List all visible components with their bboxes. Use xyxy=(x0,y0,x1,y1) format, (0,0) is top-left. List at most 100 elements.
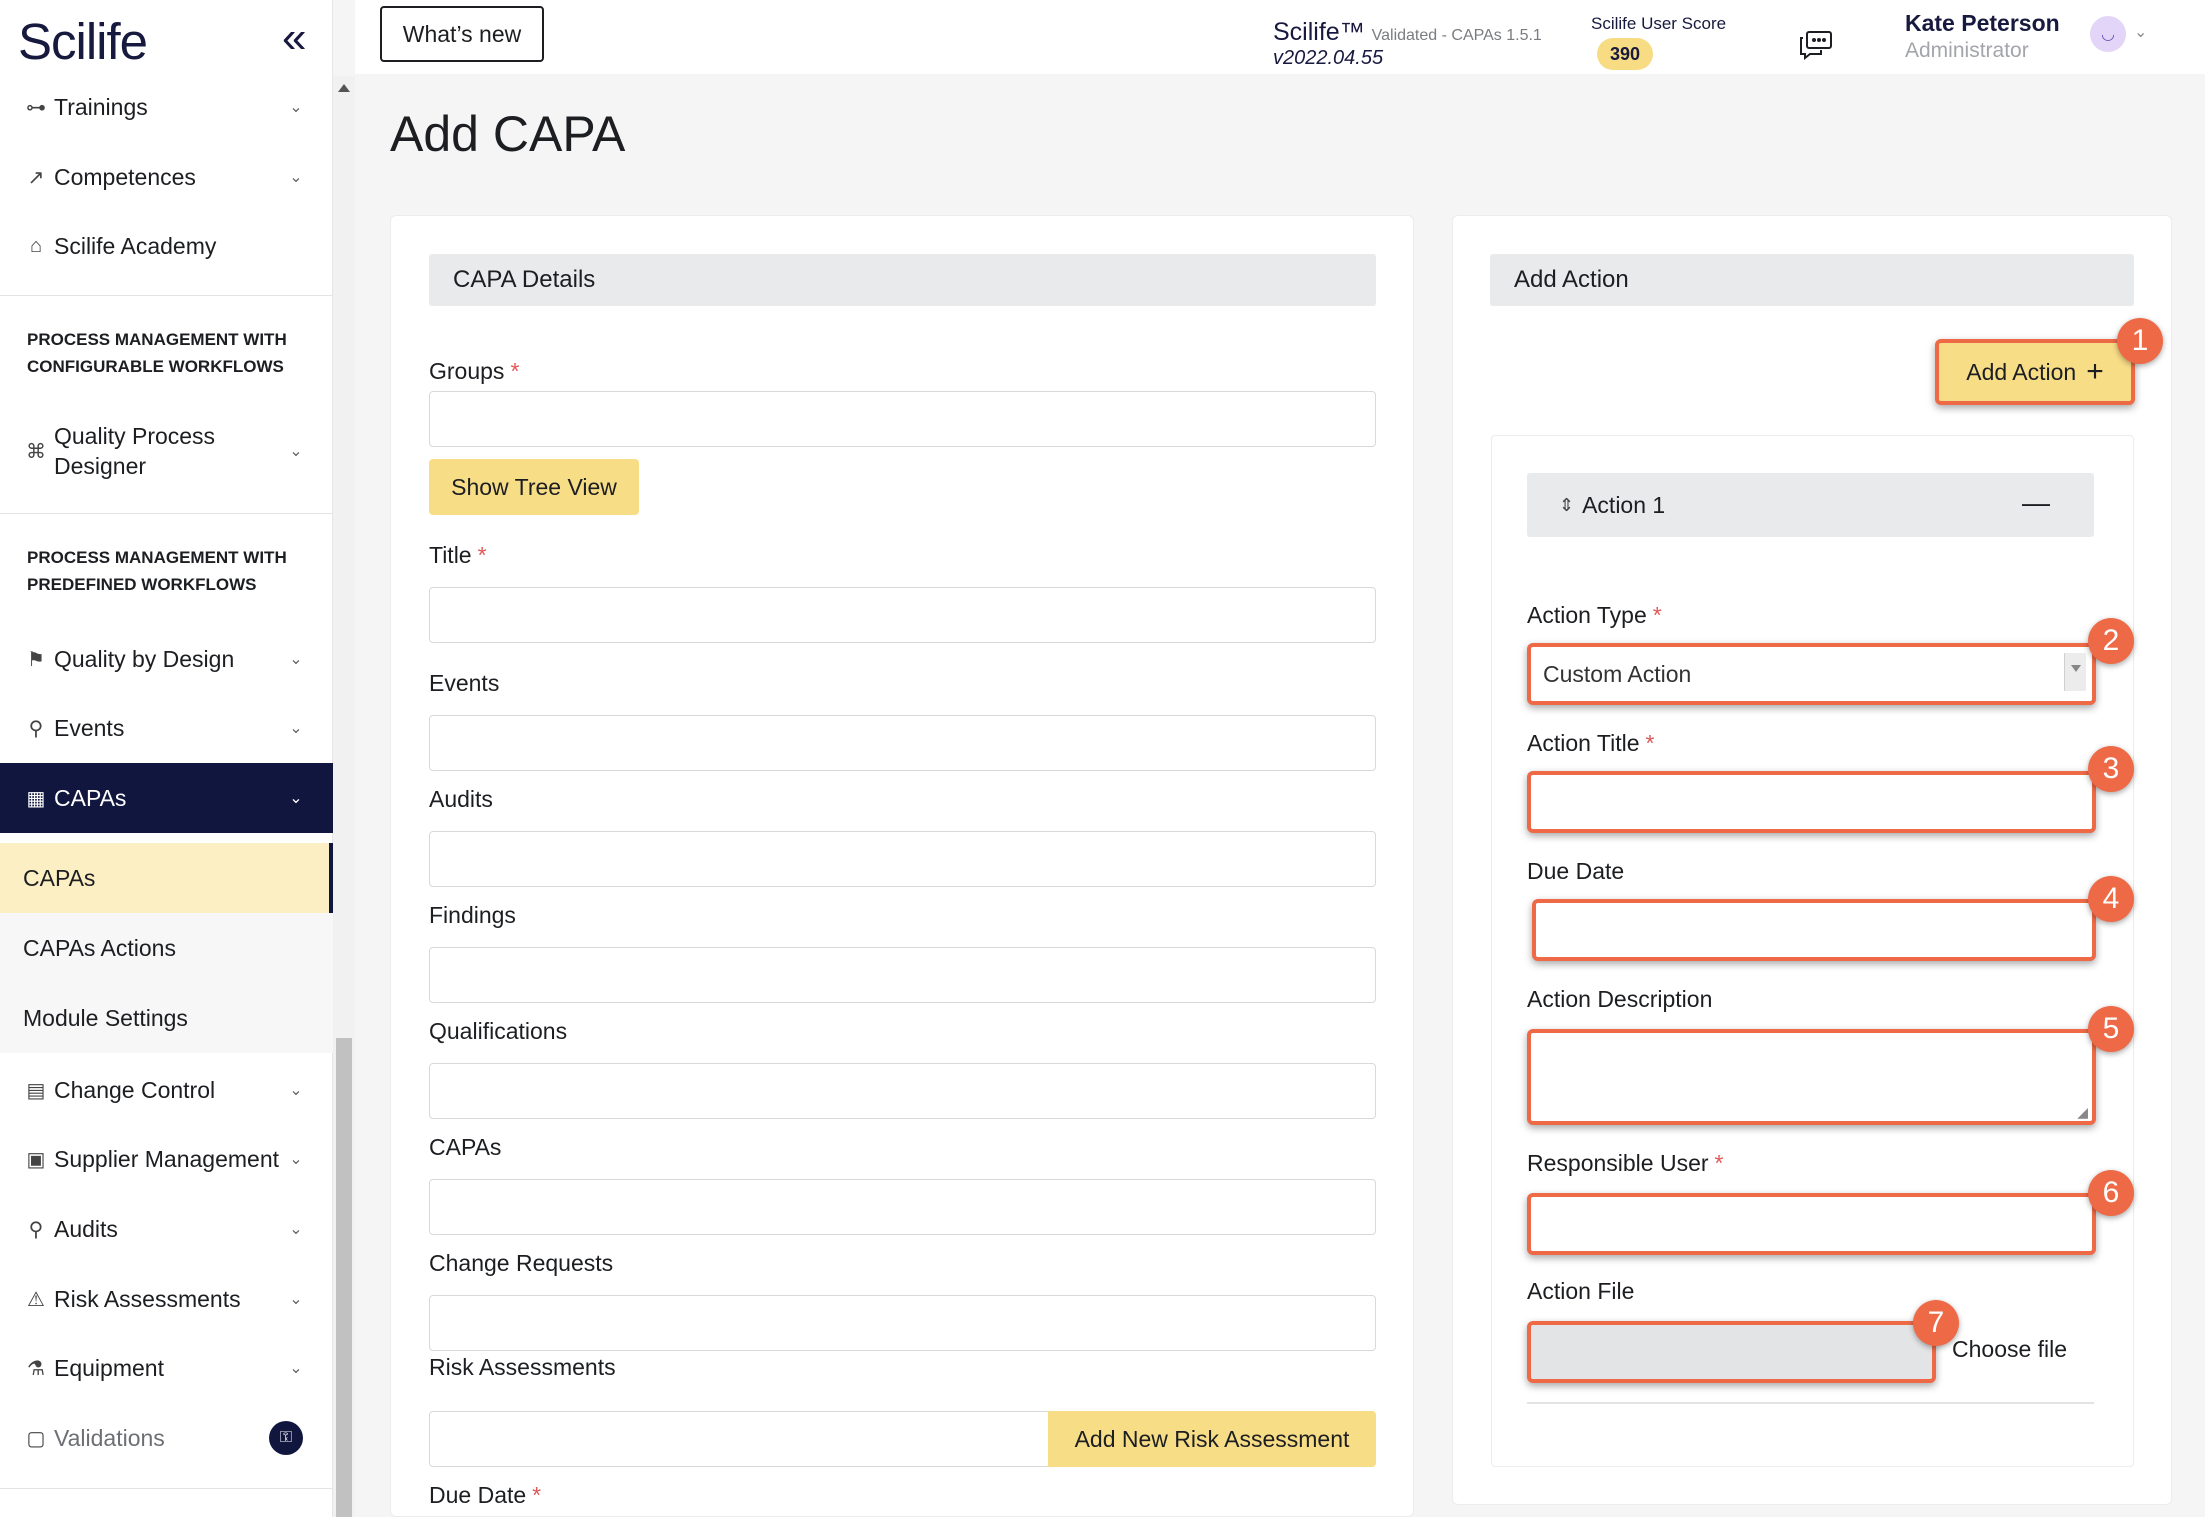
chevron-down-icon: ⌄ xyxy=(289,720,303,737)
events-label: Events xyxy=(429,670,500,696)
sidebar-divider xyxy=(0,1488,333,1489)
action-file-label: Action File xyxy=(1527,1278,1635,1304)
responsible-user-input[interactable] xyxy=(1527,1193,2096,1255)
sidebar-item-trainings[interactable]: ⊶ Trainings ⌄ xyxy=(0,91,333,123)
responsible-user-label: Responsible User * xyxy=(1527,1150,1724,1176)
title-input[interactable] xyxy=(429,587,1376,643)
chevron-down-icon: ⌄ xyxy=(289,1360,303,1377)
sidebar-item-competences[interactable]: ↗ Competences ⌄ xyxy=(0,161,333,193)
plus-icon: + xyxy=(2086,355,2104,388)
audits-input[interactable] xyxy=(429,831,1376,887)
avatar[interactable]: ◡ xyxy=(2090,16,2126,52)
dropdown-arrow-icon[interactable] xyxy=(2064,653,2086,691)
callout-marker-5: 5 xyxy=(2088,1006,2134,1052)
findings-label: Findings xyxy=(429,902,516,928)
risk-assessments-label: Risk Assessments xyxy=(429,1354,616,1380)
action-1-header[interactable]: ⇕ Action 1 — xyxy=(1527,473,2094,537)
sidebar-item-validations[interactable]: ▢ Validations ⚿ xyxy=(0,1418,333,1458)
sidebar-item-events[interactable]: ⚲ Events ⌄ xyxy=(0,712,333,744)
required-mark: * xyxy=(477,542,487,568)
sidebar-item-supplier-management[interactable]: ▣ Supplier Management ⌄ xyxy=(0,1143,333,1175)
whats-new-button[interactable]: What’s new xyxy=(380,6,544,62)
dumbbell-icon: ⊶ xyxy=(26,96,46,119)
show-tree-view-button[interactable]: Show Tree View xyxy=(429,459,639,515)
sidebar-item-quality-by-design[interactable]: ⚑ Quality by Design ⌄ xyxy=(0,643,333,675)
resize-handle-icon[interactable]: ◢ xyxy=(2077,1104,2088,1121)
collapse-minus-icon[interactable]: — xyxy=(2022,487,2050,519)
title-label: Title * xyxy=(429,542,487,568)
action-type-label: Action Type * xyxy=(1527,602,1662,628)
document-stack-icon: ▤ xyxy=(26,1079,46,1102)
action-type-select[interactable]: Custom Action xyxy=(1527,643,2096,705)
pin-icon: ⚲ xyxy=(28,717,44,740)
file-upload-field[interactable] xyxy=(1527,1321,1936,1383)
box-icon: ▣ xyxy=(26,1148,46,1171)
magnifier-doc-icon: ⚲ xyxy=(28,1218,44,1241)
sidebar-item-scilife-academy[interactable]: ⌂ Scilife Academy xyxy=(0,230,333,262)
qualifications-input[interactable] xyxy=(429,1063,1376,1119)
groups-input[interactable] xyxy=(429,391,1376,447)
findings-input[interactable] xyxy=(429,947,1376,1003)
due-date-label: Due Date xyxy=(1527,858,1625,884)
sidebar-item-equipment[interactable]: ⚗ Equipment ⌄ xyxy=(0,1352,333,1384)
groups-label: Groups * xyxy=(429,358,520,384)
chevron-down-icon: ⌄ xyxy=(289,1291,303,1308)
scrollbar-thumb[interactable] xyxy=(336,1038,352,1517)
sidebar-item-audits[interactable]: ⚲ Audits ⌄ xyxy=(0,1213,333,1245)
capa-details-header: CAPA Details xyxy=(429,254,1376,306)
sidebar: Scilife « ⊶ Trainings ⌄ ↗ Competences ⌄ … xyxy=(0,0,333,1517)
lock-icon: ⚿ xyxy=(269,1421,303,1455)
due-date-input[interactable] xyxy=(1532,899,2096,961)
workflow-icon: ⌘ xyxy=(26,440,46,463)
user-name[interactable]: Kate Peterson xyxy=(1905,10,2060,37)
sidebar-item-change-control[interactable]: ▤ Change Control ⌄ xyxy=(0,1074,333,1106)
product-name: Scilife™ Validated - CAPAs 1.5.1 xyxy=(1273,18,1542,46)
callout-marker-1: 1 xyxy=(2117,318,2163,364)
flask-icon: ⚗ xyxy=(27,1357,45,1380)
sidebar-subitem-module-settings[interactable]: Module Settings xyxy=(0,983,333,1053)
section-predefined-workflows: PROCESS MANAGEMENT WITH PREDEFINED WORKF… xyxy=(27,548,287,594)
chat-icon[interactable] xyxy=(1799,30,1833,65)
action-title-input[interactable] xyxy=(1527,771,2096,833)
scroll-up-icon[interactable] xyxy=(338,84,350,92)
chevron-down-icon: ⌄ xyxy=(289,1221,303,1238)
sidebar-subitem-capas[interactable]: CAPAs xyxy=(0,843,333,913)
sidebar-scrollbar[interactable] xyxy=(333,76,355,1517)
callout-marker-3: 3 xyxy=(2088,746,2134,792)
add-new-risk-assessment-button[interactable]: Add New Risk Assessment xyxy=(1048,1411,1376,1467)
sidebar-item-risk-assessments[interactable]: ⚠ Risk Assessments ⌄ xyxy=(0,1283,333,1315)
action-title-label: Action Title * xyxy=(1527,730,1655,756)
sidebar-item-capas[interactable]: ▦ CAPAs ⌄ xyxy=(0,763,333,833)
required-mark: * xyxy=(1652,602,1662,628)
risk-assessments-input[interactable] xyxy=(429,1411,1049,1467)
chevron-down-icon[interactable]: ⌄ xyxy=(2134,22,2147,42)
choose-file-button[interactable]: Choose file xyxy=(1952,1336,2067,1363)
validated-version: Validated - CAPAs 1.5.1 xyxy=(1371,27,1542,44)
sidebar-item-quality-process-designer[interactable]: ⌘ Quality Process Designer ⌄ xyxy=(0,420,333,482)
chevron-down-icon: ⌄ xyxy=(289,651,303,668)
chevron-down-icon: ⌄ xyxy=(289,790,303,807)
file-divider xyxy=(1527,1402,2094,1404)
add-action-header: Add Action xyxy=(1490,254,2134,306)
graduation-cap-icon: ⌂ xyxy=(29,234,43,257)
sidebar-subitem-capas-actions[interactable]: CAPAs Actions xyxy=(0,913,333,983)
chevron-down-icon: ⌄ xyxy=(289,1082,303,1099)
collapse-sidebar-icon[interactable]: « xyxy=(282,16,306,60)
chevron-down-icon: ⌄ xyxy=(289,99,303,116)
action-description-textarea[interactable]: ◢ xyxy=(1527,1029,2096,1125)
change-requests-input[interactable] xyxy=(429,1295,1376,1351)
required-mark: * xyxy=(532,1482,542,1508)
capas-input[interactable] xyxy=(429,1179,1376,1235)
action-description-label: Action Description xyxy=(1527,986,1713,1012)
sort-arrows-icon[interactable]: ⇕ xyxy=(1559,495,1574,516)
events-input[interactable] xyxy=(429,715,1376,771)
capas-label: CAPAs xyxy=(429,1134,502,1160)
qualifications-label: Qualifications xyxy=(429,1018,568,1044)
add-action-button[interactable]: Add Action + xyxy=(1935,339,2135,405)
callout-marker-2: 2 xyxy=(2088,618,2134,664)
capa-chart-icon: ▦ xyxy=(26,787,46,810)
callout-marker-4: 4 xyxy=(2088,876,2134,922)
required-mark: * xyxy=(1714,1150,1724,1176)
user-score-badge: 390 xyxy=(1597,38,1653,70)
chevron-down-icon: ⌄ xyxy=(289,443,303,460)
